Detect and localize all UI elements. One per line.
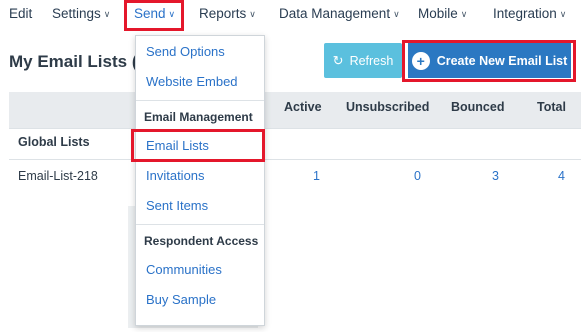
group-label: Global Lists (18, 135, 90, 149)
menu-item-invitations[interactable]: Invitations (146, 168, 205, 183)
nav-integration[interactable]: Integration ∨ (493, 6, 566, 21)
menu-item-website-embed[interactable]: Website Embed (146, 74, 238, 89)
create-highlight-box (402, 40, 576, 82)
nav-reports[interactable]: Reports ∨ (199, 6, 256, 21)
menu-header-respondent-access: Respondent Access (144, 234, 259, 248)
nav-settings[interactable]: Settings ∨ (52, 6, 110, 21)
table-row-active[interactable]: 1 (313, 169, 320, 183)
table-row-bounced[interactable]: 3 (492, 169, 499, 183)
nav-mobile-label: Mobile (418, 6, 458, 21)
refresh-button-label: Refresh (349, 53, 394, 68)
menu-item-send-options[interactable]: Send Options (146, 44, 225, 59)
column-header-bounced[interactable]: Bounced (451, 100, 504, 114)
nav-reports-label: Reports (199, 6, 247, 21)
menu-item-sent-items[interactable]: Sent Items (146, 198, 208, 213)
page-title: My Email Lists ( (9, 52, 138, 72)
table-row-name[interactable]: Email-List-218 (18, 169, 98, 183)
menu-header-email-management: Email Management (144, 110, 253, 124)
chevron-down-icon: ∨ (393, 9, 400, 19)
column-header-active[interactable]: Active (284, 100, 322, 114)
send-dropdown-menu: Send Options Website Embed Email Managem… (135, 35, 265, 326)
menu-divider (136, 224, 264, 225)
chevron-down-icon: ∨ (103, 9, 111, 19)
table-group-row (9, 128, 581, 160)
menu-divider (136, 100, 264, 101)
menu-item-buy-sample[interactable]: Buy Sample (146, 292, 216, 307)
nav-settings-label: Settings (52, 6, 101, 21)
chevron-down-icon: ∨ (249, 9, 256, 19)
column-header-total[interactable]: Total (537, 100, 566, 114)
nav-integration-label: Integration (493, 6, 557, 21)
nav-mobile[interactable]: Mobile ∨ (418, 6, 467, 21)
table-row-unsubscribed[interactable]: 0 (414, 169, 421, 183)
table-row-total[interactable]: 4 (558, 169, 565, 183)
top-nav: Edit Settings ∨ Send ∨ Reports ∨ Data Manag… (0, 0, 581, 28)
chevron-down-icon: ∨ (559, 9, 567, 19)
nav-data-management[interactable]: Data Management ∨ (279, 6, 400, 21)
nav-data-management-label: Data Management (279, 6, 391, 21)
column-header-unsubscribed[interactable]: Unsubscribed (346, 100, 429, 114)
refresh-icon: ↻ (332, 52, 344, 68)
menu-item-communities[interactable]: Communities (146, 262, 222, 277)
refresh-button[interactable]: ↻ Refresh (324, 43, 402, 78)
nav-edit[interactable]: Edit (9, 6, 32, 21)
email-lists-highlight-box (131, 129, 265, 162)
page-title-text: My Email Lists (9, 52, 128, 71)
send-highlight-box (124, 0, 184, 31)
chevron-down-icon: ∨ (460, 9, 468, 19)
